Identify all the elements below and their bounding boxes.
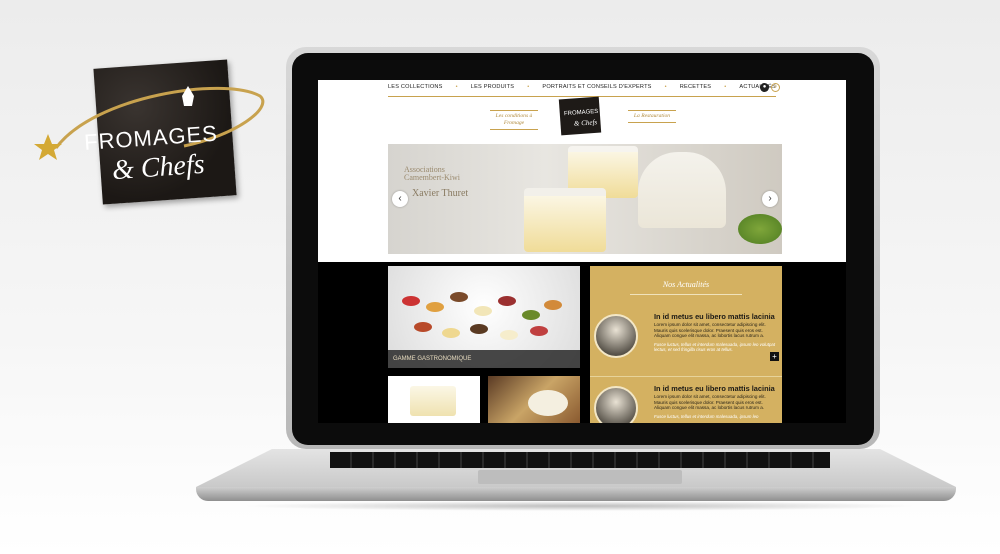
nav-produits[interactable]: LES PRODUITS (471, 84, 514, 94)
promo-gastronomique[interactable]: GAMME GASTRONOMIQUE (388, 266, 580, 368)
hero-author: Xavier Thuret (412, 188, 469, 199)
laptop-base-front (196, 487, 956, 501)
nav-portraits[interactable]: PORTRAITS ET CONSEILS D'EXPERTS (542, 84, 651, 94)
food-dot (470, 324, 488, 334)
food-dot (474, 306, 492, 316)
news-quote: Fusce luctus, tellus et interdum malesua… (654, 342, 776, 353)
food-dot (530, 326, 548, 336)
more-plus-icon[interactable]: + (770, 352, 779, 361)
nav-separator: • (527, 84, 530, 90)
hero-cheese-image (524, 188, 606, 252)
account-icon[interactable]: ● (760, 83, 769, 92)
slider-next-icon[interactable]: › (762, 191, 778, 207)
news-panel: Nos Actualités In id metus eu libero mat… (590, 266, 782, 423)
nav-separator: • (455, 84, 458, 90)
search-icon[interactable]: ⌕ (771, 83, 780, 92)
sub-link-restauration[interactable]: La Restauration (628, 110, 676, 123)
site-logo-line2: & Chefs (573, 118, 598, 128)
food-dot (426, 302, 444, 312)
laptop-screen: LES COLLECTIONS • LES PRODUITS • PORTRAI… (318, 80, 846, 423)
news-title: Nos Actualités (662, 280, 710, 289)
news-divider (590, 376, 782, 377)
food-dot (450, 292, 468, 302)
food-dot (402, 296, 420, 306)
sub-link-fromage[interactable]: Les conditions à Fromage (490, 110, 538, 130)
food-dot (544, 300, 562, 310)
news-heading[interactable]: In id metus eu libero mattis lacinia (654, 384, 775, 393)
news-divider (630, 294, 742, 295)
slider-prev-icon[interactable]: ‹ (392, 191, 408, 207)
hero-cheese-image (638, 152, 726, 228)
hero-caption: Associations Camembert-Kiwi (404, 166, 460, 182)
main-nav: LES COLLECTIONS • LES PRODUITS • PORTRAI… (388, 84, 776, 97)
hero-caption-line2: Camembert-Kiwi (404, 173, 460, 182)
chef-avatar (594, 386, 638, 423)
hero-slider: Associations Camembert-Kiwi Xavier Thure… (388, 144, 782, 254)
nav-icons: ● ⌕ (760, 83, 780, 92)
news-heading[interactable]: In id metus eu libero mattis lacinia (654, 312, 775, 321)
news-body: Lorem ipsum dolor sit amet, consectetur … (654, 394, 766, 411)
cheese-image (410, 386, 456, 416)
laptop-trackpad (478, 470, 682, 484)
news-quote: Fusce luctus, tellus et interdum malesua… (654, 414, 759, 419)
chef-avatar (594, 314, 638, 358)
hero-kiwi-bowl (738, 214, 782, 244)
food-dot (414, 322, 432, 332)
promo-label[interactable]: GAMME GASTRONOMIQUE (388, 350, 580, 368)
food-dot (522, 310, 540, 320)
food-dot (500, 330, 518, 340)
nav-separator: • (724, 84, 727, 90)
food-dot (442, 328, 460, 338)
nav-recettes[interactable]: RECETTES (680, 84, 711, 94)
news-item[interactable]: In id metus eu libero mattis lacinia Lor… (594, 310, 780, 370)
thumb-camembert[interactable] (388, 376, 480, 423)
news-item[interactable]: In id metus eu libero mattis lacinia Lor… (594, 382, 780, 423)
laptop-keyboard (330, 452, 830, 468)
laptop-shadow (240, 501, 920, 511)
nav-separator: • (664, 84, 667, 90)
brand-logo: FROMAGES & Chefs (34, 56, 266, 220)
thumb-plateau[interactable] (488, 376, 580, 423)
cheese-image (528, 390, 568, 416)
news-body: Lorem ipsum dolor sit amet, consectetur … (654, 322, 766, 339)
site-header: LES COLLECTIONS • LES PRODUITS • PORTRAI… (318, 80, 846, 262)
nav-collections[interactable]: LES COLLECTIONS (388, 84, 443, 94)
food-dot (498, 296, 516, 306)
